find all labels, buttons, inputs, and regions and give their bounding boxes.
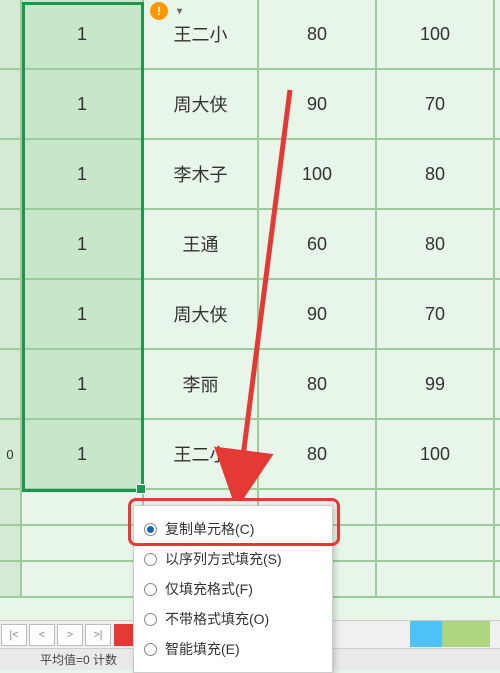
cell[interactable]: 周大侠 — [144, 70, 259, 138]
cell[interactable]: 80 — [259, 350, 377, 418]
cell[interactable]: 80 — [259, 0, 377, 68]
nav-next-button[interactable]: > — [57, 624, 83, 646]
cell[interactable] — [377, 562, 495, 596]
menu-label: 不带格式填充(O) — [165, 609, 269, 629]
cell[interactable]: 90 — [259, 70, 377, 138]
menu-label: 智能填充(E) — [165, 639, 240, 659]
radio-icon — [144, 553, 157, 566]
table-row: 1王二小80100 — [0, 0, 500, 70]
status-average: 平均值=0 计数 — [40, 651, 117, 668]
cell[interactable] — [377, 526, 495, 560]
menu-fill-no-format[interactable]: 不带格式填充(O) — [140, 604, 326, 634]
cell[interactable] — [22, 490, 144, 524]
cell[interactable] — [22, 562, 144, 596]
row-header[interactable] — [0, 350, 22, 418]
nav-first-button[interactable]: |< — [1, 624, 27, 646]
cell[interactable]: 李丽 — [144, 350, 259, 418]
row-header[interactable] — [0, 0, 22, 68]
cell[interactable]: 1 — [22, 140, 144, 208]
cell[interactable]: 1 — [22, 280, 144, 348]
cell[interactable]: 王二小 — [144, 420, 259, 488]
row-header[interactable] — [0, 210, 22, 278]
cell[interactable]: 1 — [22, 350, 144, 418]
table-row: 1王通6080 — [0, 210, 500, 280]
cell[interactable] — [22, 526, 144, 560]
radio-icon — [144, 643, 157, 656]
cell[interactable]: 99 — [377, 350, 495, 418]
cell[interactable]: 1 — [22, 420, 144, 488]
cell[interactable]: 60 — [259, 210, 377, 278]
cell[interactable]: 70 — [377, 70, 495, 138]
cell[interactable]: 90 — [259, 280, 377, 348]
table-row: 1李木子10080 — [0, 140, 500, 210]
cell[interactable]: 100 — [377, 0, 495, 68]
menu-label: 以序列方式填充(S) — [165, 549, 282, 569]
cell[interactable]: 1 — [22, 70, 144, 138]
autofill-options-menu: 复制单元格(C) 以序列方式填充(S) 仅填充格式(F) 不带格式填充(O) 智… — [133, 505, 333, 673]
row-header[interactable] — [0, 280, 22, 348]
menu-label: 仅填充格式(F) — [165, 579, 253, 599]
cell[interactable]: 1 — [22, 0, 144, 68]
menu-smart-fill[interactable]: 智能填充(E) — [140, 634, 326, 664]
table-row: 1周大侠9070 — [0, 280, 500, 350]
warning-icon[interactable]: ! — [150, 2, 168, 20]
cell[interactable]: 1 — [22, 210, 144, 278]
cell[interactable]: 70 — [377, 280, 495, 348]
menu-copy-cells[interactable]: 复制单元格(C) — [140, 514, 326, 544]
row-header[interactable]: 0 — [0, 420, 22, 488]
nav-last-button[interactable]: >| — [85, 624, 111, 646]
table-row: 1李丽8099 — [0, 350, 500, 420]
row-header[interactable] — [0, 526, 22, 560]
cell[interactable]: 80 — [377, 140, 495, 208]
cell[interactable]: 李木子 — [144, 140, 259, 208]
cell[interactable]: 80 — [377, 210, 495, 278]
menu-fill-format-only[interactable]: 仅填充格式(F) — [140, 574, 326, 604]
cell[interactable] — [377, 490, 495, 524]
menu-fill-series[interactable]: 以序列方式填充(S) — [140, 544, 326, 574]
radio-icon — [144, 583, 157, 596]
row-header[interactable] — [0, 140, 22, 208]
menu-label: 复制单元格(C) — [165, 519, 254, 539]
thumbnail-preview — [410, 621, 490, 647]
radio-icon — [144, 613, 157, 626]
cell[interactable]: 100 — [259, 140, 377, 208]
row-header[interactable] — [0, 70, 22, 138]
nav-prev-button[interactable]: < — [29, 624, 55, 646]
cell[interactable]: 100 — [377, 420, 495, 488]
radio-icon — [144, 523, 157, 536]
row-header[interactable] — [0, 490, 22, 524]
cell[interactable]: 王通 — [144, 210, 259, 278]
cell[interactable]: 80 — [259, 420, 377, 488]
cell[interactable]: 周大侠 — [144, 280, 259, 348]
row-header[interactable] — [0, 562, 22, 596]
table-row: 01王二小80100 — [0, 420, 500, 490]
table-row: 1周大侠9070 — [0, 70, 500, 140]
